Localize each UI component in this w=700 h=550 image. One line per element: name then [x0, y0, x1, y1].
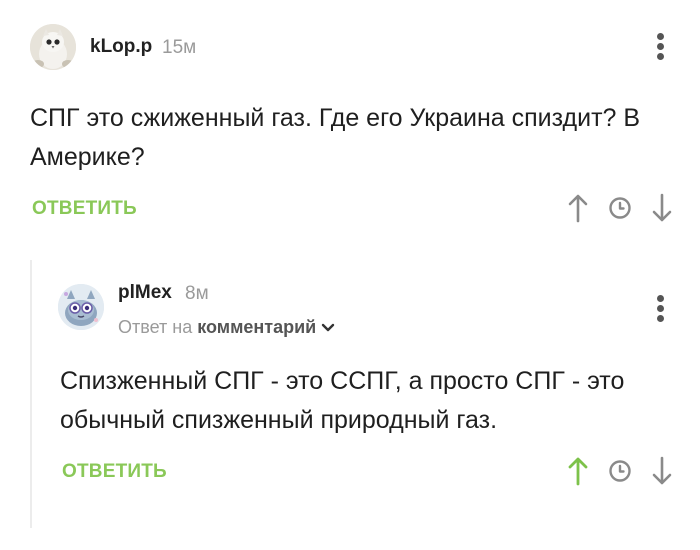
timestamp: 8м	[185, 283, 209, 304]
downvote-arrow-icon	[652, 456, 672, 485]
comment-text: СПГ это сжиженный газ. Где его Украина с…	[30, 104, 641, 171]
more-vertical-icon[interactable]	[650, 292, 670, 326]
more-vertical-icon[interactable]	[650, 30, 670, 64]
comment: kLop.p 15м СПГ это сжиженный газ. Где ег…	[0, 0, 700, 240]
timestamp: 15м	[162, 37, 197, 58]
username[interactable]: kLop.p	[90, 36, 152, 58]
thread-line[interactable]	[30, 260, 32, 528]
downvote-button[interactable]	[647, 190, 677, 226]
vote-actions	[563, 190, 677, 226]
timestamp-toggle-button[interactable]	[605, 190, 635, 226]
vote-actions	[563, 453, 677, 489]
reply-button[interactable]: ОТВЕТИТЬ	[62, 461, 167, 483]
chevron-down-icon	[322, 323, 335, 331]
upvote-button[interactable]	[563, 453, 593, 489]
clock-icon	[609, 460, 631, 482]
avatar[interactable]	[30, 24, 76, 70]
downvote-arrow-icon	[652, 193, 672, 222]
comment-text: Спизженный СПГ - это ССПГ, а просто СПГ …	[60, 367, 625, 434]
reply-comment: plMex 8м Ответ на комментарий Спизженный…	[0, 240, 700, 550]
avatar[interactable]	[58, 284, 104, 330]
reply-to-link[interactable]: Ответ на комментарий	[118, 317, 335, 338]
upvote-arrow-icon	[568, 194, 588, 223]
upvote-arrow-icon	[568, 457, 588, 486]
username[interactable]: plMex	[118, 282, 172, 304]
downvote-button[interactable]	[647, 453, 677, 489]
reply-to-prefix: Ответ на	[118, 317, 193, 337]
upvote-button[interactable]	[563, 190, 593, 226]
clock-icon	[609, 197, 631, 219]
reply-to-target: комментарий	[197, 317, 317, 337]
timestamp-toggle-button[interactable]	[605, 453, 635, 489]
reply-button[interactable]: ОТВЕТИТЬ	[32, 198, 137, 220]
